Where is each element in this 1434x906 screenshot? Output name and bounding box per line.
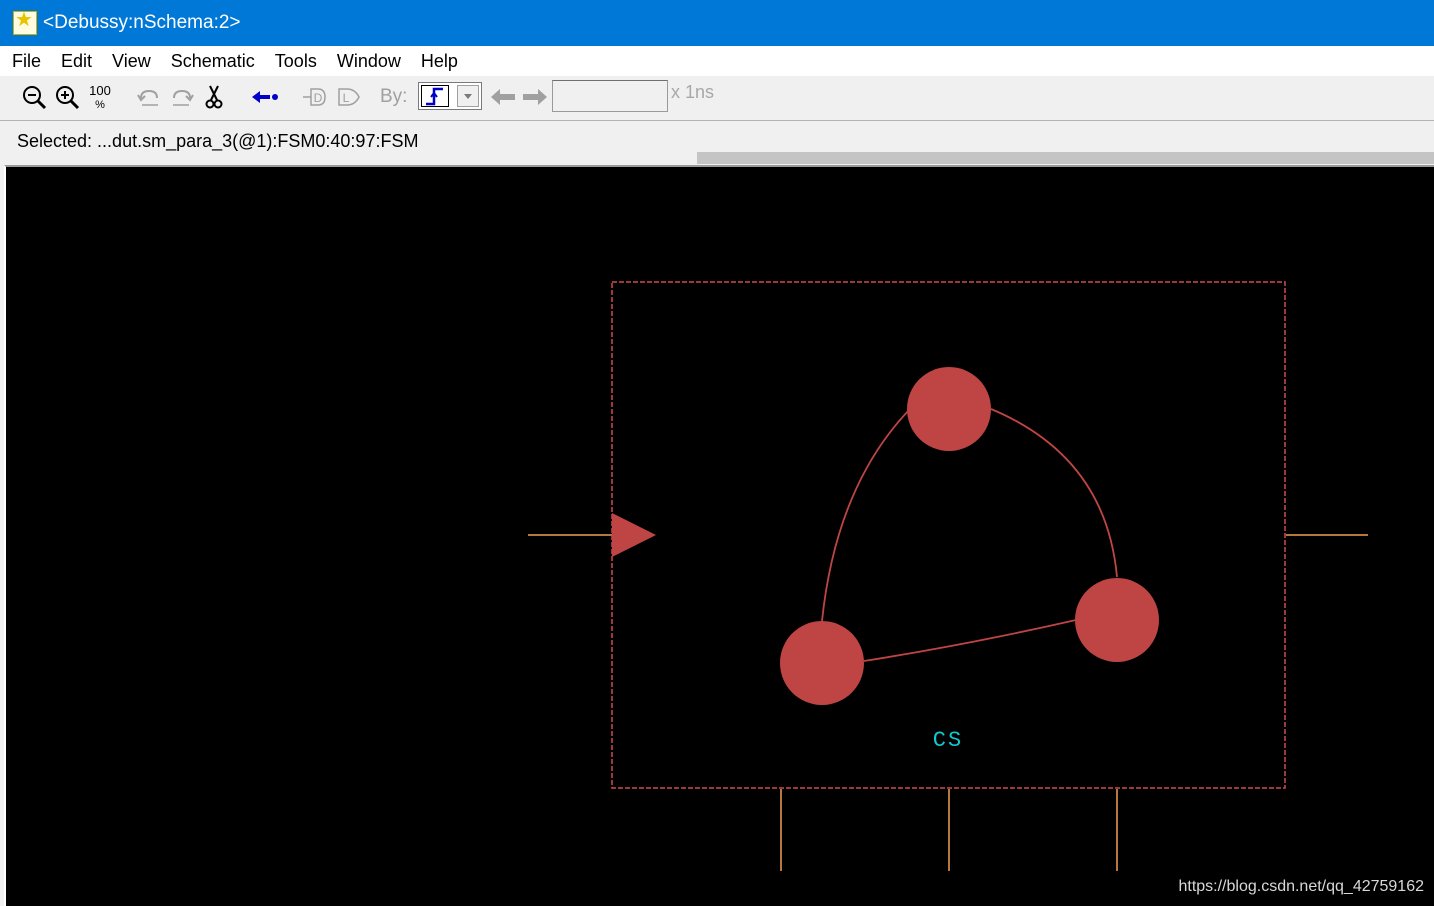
selected-text: Selected: ...dut.sm_para_3(@1):FSM0:40:9… (17, 131, 419, 151)
zoom-in-icon[interactable] (53, 84, 81, 110)
undo-icon[interactable] (135, 84, 163, 110)
state-top[interactable] (907, 367, 991, 451)
svg-text:%: % (95, 99, 105, 111)
cut-icon[interactable] (201, 84, 227, 110)
time-input[interactable] (552, 80, 668, 112)
schematic-canvas[interactable]: CS https://blog.csdn.net/qq_42759162 (4, 165, 1434, 906)
previous-icon[interactable] (489, 84, 517, 110)
menu-tools[interactable]: Tools (265, 46, 327, 76)
driver-icon[interactable]: D (301, 84, 329, 110)
svg-text:100: 100 (89, 83, 111, 98)
zoom-100-icon[interactable]: 100% (86, 83, 114, 111)
title-bar: ★ <Debussy:nSchema:2> (0, 0, 1434, 46)
menu-view[interactable]: View (102, 46, 161, 76)
fsm-box[interactable] (611, 281, 1286, 789)
svg-text:D: D (314, 91, 323, 105)
transition-bottom (863, 619, 1077, 662)
menu-window[interactable]: Window (327, 46, 411, 76)
zoom-out-icon[interactable] (20, 84, 48, 110)
menu-file[interactable]: File (0, 46, 51, 76)
window-title: <Debussy:nSchema:2> (43, 12, 241, 33)
fsm-label: CS (933, 728, 963, 753)
state-left[interactable] (780, 621, 864, 705)
by-label: By: (380, 86, 408, 107)
svg-text:L: L (343, 91, 350, 105)
clock-input-triangle (612, 513, 656, 557)
menu-schematic[interactable]: Schematic (161, 46, 265, 76)
next-icon[interactable] (521, 84, 549, 110)
watermark: https://blog.csdn.net/qq_42759162 (1178, 878, 1424, 895)
menu-edit[interactable]: Edit (51, 46, 102, 76)
state-right[interactable] (1075, 578, 1159, 662)
horizontal-scrollbar[interactable] (697, 152, 1434, 164)
transition-top-right (990, 408, 1118, 578)
edge-select-dropdown[interactable] (418, 82, 482, 110)
edge-select-icon (421, 85, 449, 107)
toolbar: 100% D L By: x 1ns (0, 76, 1434, 121)
load-icon[interactable]: L (335, 84, 363, 110)
menu-help[interactable]: Help (411, 46, 468, 76)
time-unit-label: x 1ns (671, 82, 715, 102)
transition-top-left (821, 409, 910, 622)
menu-bar: File Edit View Schematic Tools Window He… (0, 46, 1434, 76)
redo-icon[interactable] (168, 84, 196, 110)
back-trace-icon[interactable] (250, 84, 280, 110)
app-icon: ★ (13, 9, 37, 35)
dropdown-icon[interactable] (457, 85, 479, 107)
